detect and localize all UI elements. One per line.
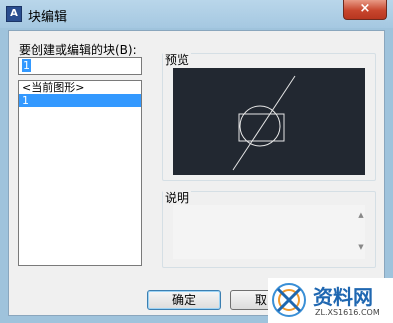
title-bar[interactable]: A 块编辑 × bbox=[0, 0, 393, 28]
block-edit-dialog: A 块编辑 × 要创建或编辑的块(B): 1 <当前图形> 1 预览 说明 ▲ … bbox=[0, 0, 393, 323]
dialog-title: 块编辑 bbox=[28, 10, 68, 25]
block-name-label: 要创建或编辑的块(B): bbox=[19, 43, 137, 57]
cad-app-icon: A bbox=[6, 6, 22, 22]
watermark: 资料网 ZL.XS1616.COM bbox=[268, 278, 393, 323]
watermark-name: 资料网 bbox=[313, 285, 373, 309]
list-item-block-1[interactable]: 1 bbox=[19, 94, 141, 107]
block-name-input[interactable]: 1 bbox=[18, 57, 142, 75]
ok-button[interactable]: 确定 bbox=[147, 290, 221, 310]
description-box bbox=[173, 205, 365, 259]
dialog-body: 要创建或编辑的块(B): 1 <当前图形> 1 预览 说明 ▲ ▼ 确定 取 bbox=[8, 30, 385, 316]
close-button[interactable]: × bbox=[343, 0, 387, 20]
block-name-value: 1 bbox=[22, 59, 31, 72]
watermark-url: ZL.XS1616.COM bbox=[315, 308, 380, 317]
scroll-down-arrow-icon[interactable]: ▼ bbox=[357, 243, 365, 251]
preview-canvas bbox=[173, 68, 365, 175]
watermark-logo-icon bbox=[272, 283, 306, 317]
block-preview-graphic bbox=[232, 75, 296, 171]
preview-line bbox=[232, 75, 296, 171]
list-item-current-drawing[interactable]: <当前图形> bbox=[19, 81, 141, 94]
preview-label: 预览 bbox=[163, 51, 192, 68]
description-label: 说明 bbox=[163, 189, 192, 206]
scroll-up-arrow-icon[interactable]: ▲ bbox=[357, 211, 365, 219]
block-list[interactable]: <当前图形> 1 bbox=[18, 80, 142, 266]
preview-circle bbox=[239, 105, 281, 147]
